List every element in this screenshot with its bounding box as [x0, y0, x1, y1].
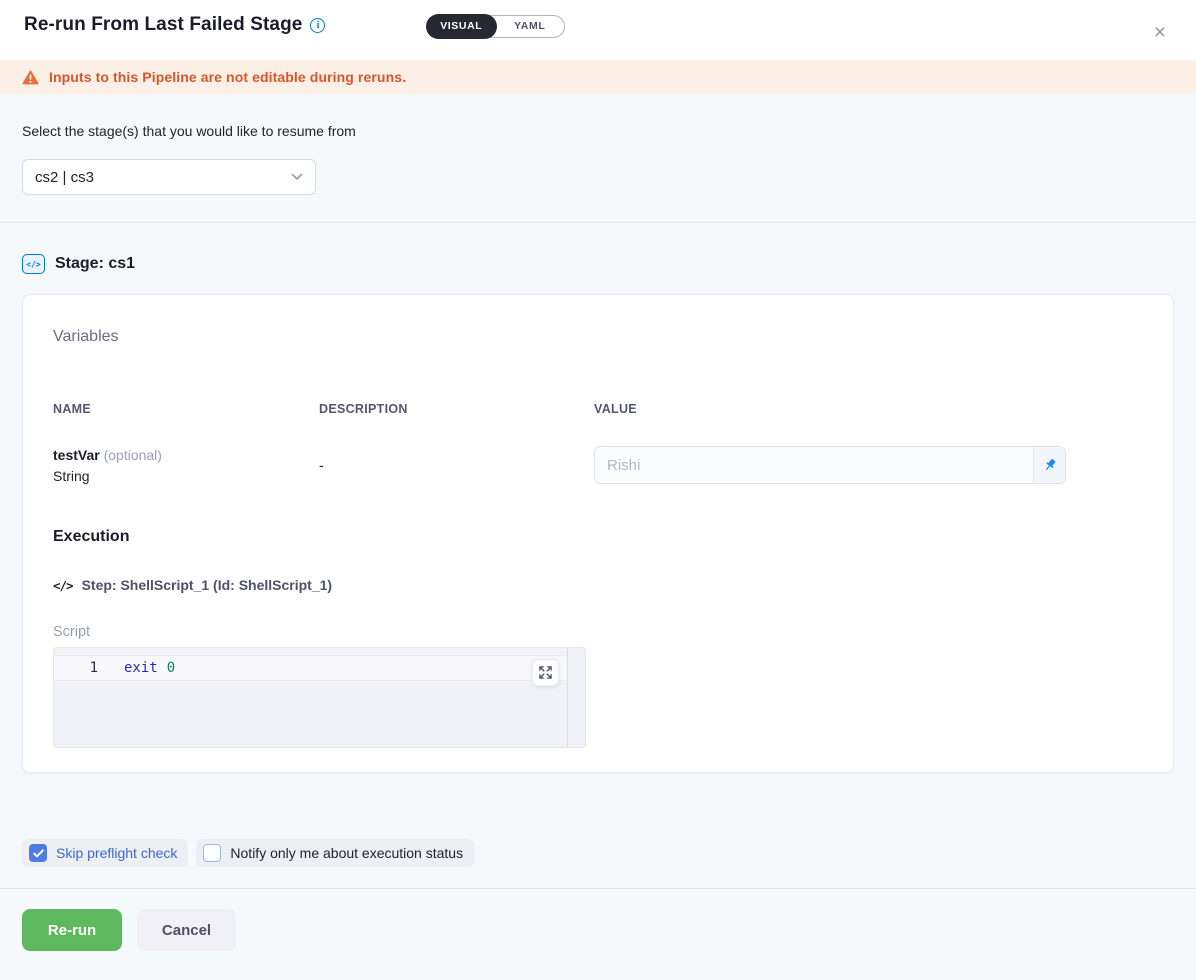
rerun-button[interactable]: Re-run	[22, 909, 122, 951]
notify-me-checkbox[interactable]: Notify only me about execution status	[196, 839, 474, 867]
variable-value-input[interactable]	[595, 447, 1033, 483]
editor-current-line: 1 exit 0	[54, 655, 567, 681]
info-icon[interactable]: i	[310, 18, 325, 33]
modal-header: Re-run From Last Failed Stage i VISUAL Y…	[0, 0, 1196, 60]
variables-table-header: NAME DESCRIPTION VALUE	[53, 402, 1143, 416]
pin-icon[interactable]	[1033, 447, 1065, 483]
shell-script-icon: </>	[53, 578, 73, 593]
script-label: Script	[53, 624, 1143, 640]
stage-body: </> Stage: cs1 Variables NAME DESCRIPTIO…	[0, 223, 1196, 867]
warning-icon	[22, 70, 39, 85]
close-icon[interactable]: ×	[1154, 22, 1166, 43]
stage-select-section: Select the stage(s) that you would like …	[0, 94, 1196, 223]
variable-value-field	[594, 446, 1066, 484]
stage-select-label: Select the stage(s) that you would like …	[22, 123, 1174, 139]
column-value: VALUE	[594, 402, 1143, 416]
variables-heading: Variables	[53, 328, 1143, 346]
chevron-down-icon	[291, 173, 303, 181]
script-editor[interactable]: 1 exit 0	[53, 647, 586, 748]
custom-stage-icon: </>	[22, 254, 45, 274]
code-keyword: exit	[124, 660, 158, 676]
cancel-button[interactable]: Cancel	[137, 909, 236, 951]
variable-row: testVar (optional) String -	[53, 446, 1143, 484]
stage-inputs-card: Variables NAME DESCRIPTION VALUE testVar…	[22, 294, 1174, 773]
variable-name: testVar	[53, 447, 100, 463]
code-number: 0	[167, 660, 175, 676]
variable-description: -	[319, 457, 594, 473]
notify-me-label: Notify only me about execution status	[230, 845, 463, 861]
column-name: NAME	[53, 402, 319, 416]
step-label: Step: ShellScript_1 (Id: ShellScript_1)	[82, 577, 333, 593]
options-row: Skip preflight check Notify only me abou…	[22, 839, 1174, 867]
variable-value-cell	[594, 446, 1143, 484]
column-description: DESCRIPTION	[319, 402, 594, 416]
variable-name-cell: testVar (optional) String	[53, 447, 319, 484]
execution-heading: Execution	[53, 528, 1143, 546]
variable-type: String	[53, 468, 319, 484]
page-title: Re-run From Last Failed Stage	[24, 14, 302, 36]
visual-yaml-toggle: VISUAL YAML	[427, 15, 565, 38]
skip-preflight-checkbox[interactable]: Skip preflight check	[22, 839, 188, 867]
step-row: </> Step: ShellScript_1 (Id: ShellScript…	[53, 577, 1143, 593]
checkbox-checked-icon	[29, 844, 47, 862]
warning-banner: Inputs to this Pipeline are not editable…	[0, 60, 1196, 94]
stage-select-dropdown[interactable]: cs2 | cs3	[22, 159, 316, 195]
variable-optional-tag: (optional)	[104, 447, 162, 463]
stage-select-value: cs2 | cs3	[35, 169, 94, 186]
modal-footer: Re-run Cancel	[0, 889, 1196, 971]
stage-heading-row: </> Stage: cs1	[22, 254, 1174, 274]
tab-yaml[interactable]: YAML	[496, 15, 565, 38]
skip-preflight-label: Skip preflight check	[56, 845, 177, 861]
stage-heading: Stage: cs1	[55, 255, 135, 273]
tab-visual[interactable]: VISUAL	[427, 15, 496, 38]
checkbox-unchecked-icon	[203, 844, 221, 862]
expand-icon[interactable]	[532, 659, 559, 686]
line-number: 1	[54, 660, 98, 676]
warning-text: Inputs to this Pipeline are not editable…	[49, 69, 406, 85]
